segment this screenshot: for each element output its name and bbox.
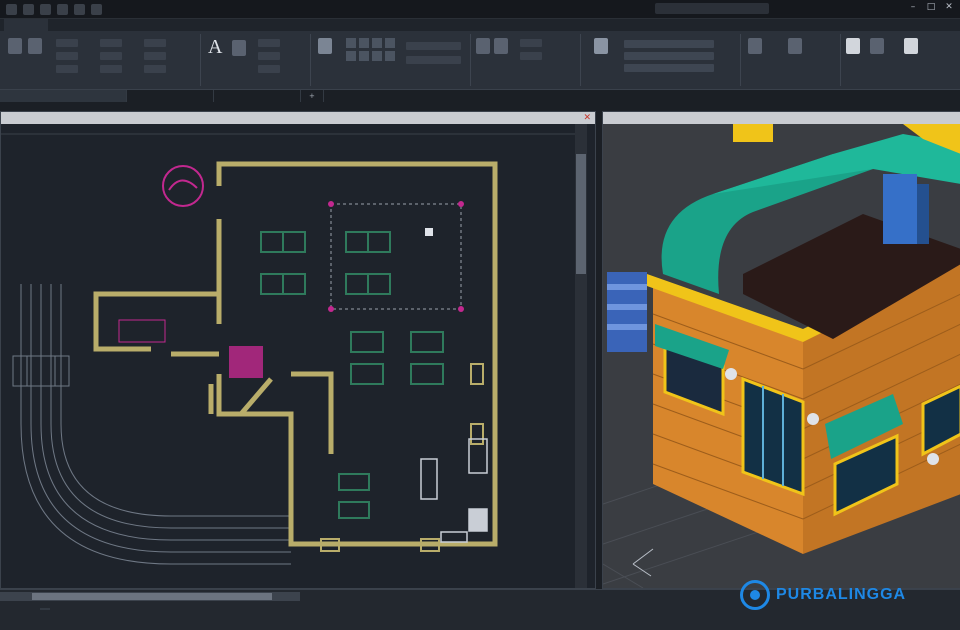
watermark-text: PURBALINGGA <box>776 586 907 603</box>
tab-collaborate[interactable] <box>360 19 410 31</box>
maximize-icon[interactable]: □ <box>926 2 936 12</box>
layer-tool-icon[interactable] <box>372 38 382 48</box>
blue-column <box>883 174 917 244</box>
rotate-button[interactable] <box>100 39 122 47</box>
ribbon: A <box>0 31 960 90</box>
attribute-button[interactable] <box>520 52 542 60</box>
layer-tool-icon[interactable] <box>346 51 356 61</box>
color-dropdown[interactable] <box>624 40 714 48</box>
layer-tool-icon[interactable] <box>346 38 356 48</box>
scroll-thumb[interactable] <box>32 593 272 600</box>
magenta-block <box>229 346 263 378</box>
base-view-icon[interactable] <box>904 38 918 54</box>
layer-properties-icon[interactable] <box>318 38 332 54</box>
match-properties-icon[interactable] <box>594 38 608 54</box>
lineweight-dropdown[interactable] <box>624 52 714 60</box>
layers-panel <box>310 34 471 86</box>
redo-icon[interactable] <box>91 3 102 15</box>
layer-tool-icon[interactable] <box>372 51 382 61</box>
create-block-icon[interactable] <box>494 38 508 54</box>
fillet-button[interactable] <box>144 52 166 60</box>
measure-icon[interactable] <box>788 38 802 54</box>
doc-tab[interactable] <box>214 90 301 102</box>
dimension-icon[interactable] <box>232 40 246 56</box>
mirror-button[interactable] <box>100 52 122 60</box>
minimize-icon[interactable]: – <box>908 2 918 12</box>
viewport-header <box>603 112 960 124</box>
title-bar: – □ ✕ <box>0 0 960 19</box>
blue-side-structure <box>607 272 647 352</box>
layer-tool-icon[interactable] <box>385 38 395 48</box>
table-button[interactable] <box>258 65 280 73</box>
block-panel <box>470 34 581 86</box>
stretch-button[interactable] <box>56 65 78 73</box>
model-tab[interactable] <box>40 608 50 610</box>
doc-tab-active[interactable] <box>0 90 127 102</box>
insert-block-icon[interactable] <box>476 38 490 54</box>
horizontal-scrollbar[interactable] <box>0 592 300 601</box>
edit-block-button[interactable] <box>520 39 542 47</box>
layer-tool-icon[interactable] <box>385 51 395 61</box>
tab-output[interactable] <box>272 19 316 31</box>
tab-parametric[interactable] <box>140 19 188 31</box>
tab-insert[interactable] <box>48 19 92 31</box>
groups-panel <box>740 34 841 86</box>
viewport-floor-plan[interactable]: ✕ <box>0 111 596 589</box>
doc-tab[interactable] <box>127 90 214 102</box>
document-tab-bar: + <box>0 90 960 102</box>
polyline-icon[interactable] <box>28 38 42 54</box>
tab-manage[interactable] <box>228 19 272 31</box>
tab-home[interactable] <box>4 19 48 31</box>
layer-tool-icon[interactable] <box>359 51 369 61</box>
layer-state-dropdown[interactable] <box>406 56 461 64</box>
viewport-close-icon[interactable]: ✕ <box>583 112 591 124</box>
linear-button[interactable] <box>258 39 280 47</box>
tab-annotate[interactable] <box>92 19 140 31</box>
app-menu-icon[interactable] <box>6 3 17 15</box>
new-file-icon[interactable] <box>23 3 34 15</box>
tab-addins[interactable] <box>316 19 360 31</box>
annotation-panel: A <box>200 34 311 86</box>
scale-button[interactable] <box>100 65 122 73</box>
tab-express[interactable] <box>410 19 464 31</box>
close-icon[interactable]: ✕ <box>944 2 954 12</box>
linetype-dropdown[interactable] <box>624 64 714 72</box>
ribbon-tab-bar <box>0 19 960 31</box>
clipboard-icon[interactable] <box>870 38 884 54</box>
floor-plan-drawing <box>1 124 595 588</box>
viewport-header <box>1 112 595 124</box>
line-icon[interactable] <box>8 38 22 54</box>
layer-dropdown[interactable] <box>406 42 461 50</box>
view-panel <box>840 34 960 86</box>
viewport-3d-model[interactable] <box>602 111 960 589</box>
text-tool-icon[interactable]: A <box>208 36 222 59</box>
tab-view[interactable] <box>188 19 228 31</box>
save-icon[interactable] <box>57 3 68 15</box>
layer-tools-grid <box>346 38 396 78</box>
new-tab-button[interactable]: + <box>301 90 324 102</box>
leader-button[interactable] <box>258 52 280 60</box>
array-button[interactable] <box>144 65 166 73</box>
group-icon[interactable] <box>748 38 762 54</box>
paste-icon[interactable] <box>846 38 860 54</box>
move-button[interactable] <box>56 39 78 47</box>
trim-button[interactable] <box>144 39 166 47</box>
properties-panel <box>580 34 741 86</box>
copy-button[interactable] <box>56 52 78 60</box>
quick-access-toolbar <box>0 3 102 15</box>
search-input[interactable] <box>655 3 769 14</box>
undo-icon[interactable] <box>74 3 85 15</box>
watermark: PURBALINGGA <box>740 580 906 610</box>
open-file-icon[interactable] <box>40 3 51 15</box>
isometric-building-model <box>603 124 960 588</box>
watermark-logo-icon <box>740 580 770 610</box>
draw-panel <box>0 34 201 86</box>
layer-tool-icon[interactable] <box>359 38 369 48</box>
vertical-scrollbar[interactable] <box>576 154 586 274</box>
